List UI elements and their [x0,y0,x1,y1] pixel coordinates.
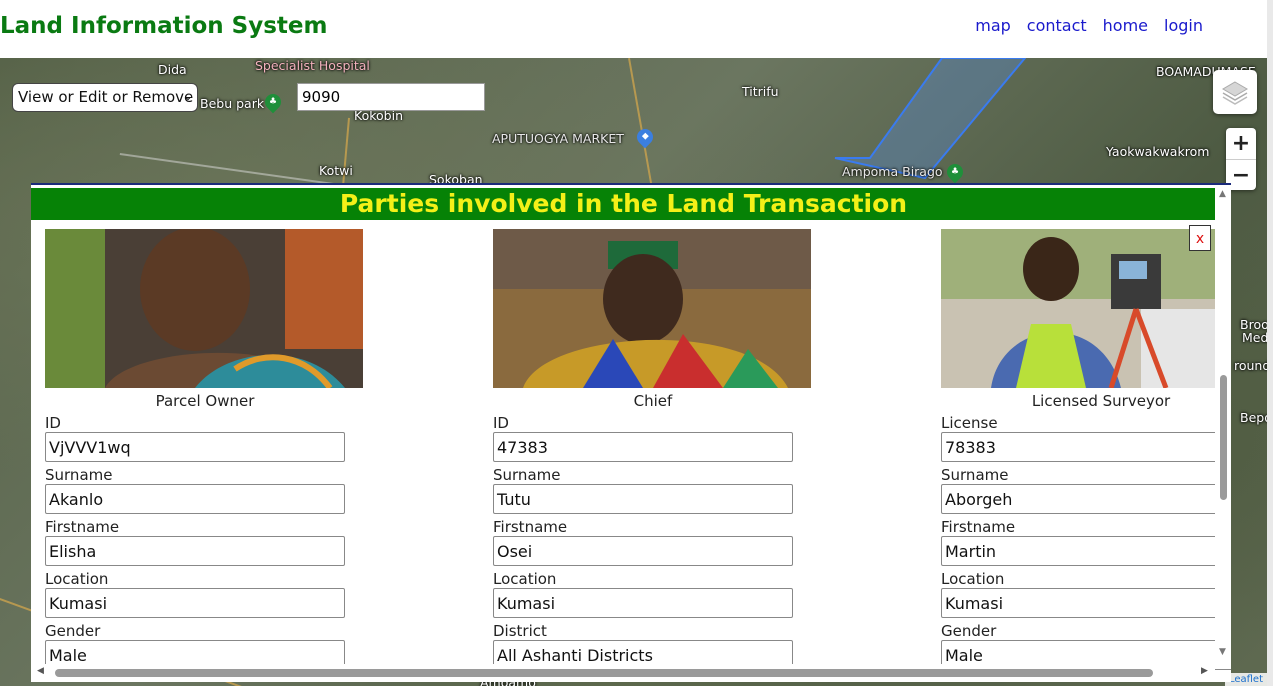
owner-photo [45,229,363,388]
parties-modal: Parties involved in the Land Transaction… [31,183,1231,682]
chief-id-label: ID [493,414,509,432]
chief-location-label: Location [493,570,557,588]
owner-location-label: Location [45,570,109,588]
map-label-market: APUTUOGYA MARKET [492,131,624,146]
surveyor-license-field[interactable]: 78383 [941,432,1231,462]
map-label-round: round [1234,358,1267,373]
scroll-left-arrow-icon[interactable]: ◀ [37,666,44,676]
owner-firstname-label: Firstname [45,518,120,536]
mode-select[interactable]: View or Edit or Remove ⌄ [12,83,198,112]
chief-location-field[interactable]: Kumasi [493,588,793,618]
owner-caption: Parcel Owner [155,392,255,410]
map-label-med: Med [1242,330,1267,345]
horizontal-scroll-thumb[interactable] [55,669,1153,677]
horizontal-scrollbar[interactable]: ◀ ▶ [31,664,1215,680]
chief-caption: Chief [633,392,673,410]
scroll-down-arrow-icon[interactable]: ▼ [1219,647,1226,657]
owner-id-label: ID [45,414,61,432]
parcel-id-value: 9090 [302,88,341,106]
party-card-surveyor: Licensed Surveyor License 78383 Surname … [941,229,1231,674]
market-pin-icon[interactable]: ◆ [633,125,657,149]
surveyor-caption: Licensed Surveyor [1031,392,1171,410]
chief-photo [493,229,811,388]
chevron-down-icon: ⌄ [182,89,193,103]
surveyor-firstname-field[interactable]: Martin [941,536,1231,566]
nav-map-link[interactable]: map [975,16,1011,35]
chief-firstname-label: Firstname [493,518,568,536]
surveyor-surname-label: Surname [941,466,1009,484]
surveyor-photo [941,229,1231,388]
surveyor-firstname-label: Firstname [941,518,1016,536]
scroll-up-arrow-icon[interactable]: ▲ [1219,189,1226,199]
site-title: Land Information System [0,13,328,39]
nav-home-link[interactable]: home [1103,16,1148,35]
chief-id-field[interactable]: 47383 [493,432,793,462]
zoom-in-button[interactable]: + [1226,128,1256,160]
parcel-id-input[interactable]: 9090 [297,83,485,111]
surveyor-location-field[interactable]: Kumasi [941,588,1231,618]
chief-surname-label: Surname [493,466,561,484]
surveyor-location-label: Location [941,570,1005,588]
map-label-kotwi: Kotwi [319,163,353,178]
mode-select-value: View or Edit or Remove [18,88,194,106]
scroll-right-arrow-icon[interactable]: ▶ [1201,666,1208,676]
owner-gender-label: Gender [45,622,101,640]
layers-control-button[interactable] [1213,70,1257,114]
nav-login-link[interactable]: login [1164,16,1203,35]
modal-title: Parties involved in the Land Transaction [31,188,1216,220]
vertical-scrollbar[interactable]: ▲ ▼ [1215,185,1231,660]
owner-id-field[interactable]: VjVVV1wq [45,432,345,462]
surveyor-surname-field[interactable]: Aborgeh [941,484,1231,514]
chief-district-label: District [493,622,547,640]
surveyor-license-label: License [941,414,998,432]
top-bar: Land Information System map contact home… [0,0,1273,58]
nav-contact-link[interactable]: contact [1027,16,1087,35]
party-card-owner: Parcel Owner ID VjVVV1wq Surname Akanlo … [45,229,365,674]
window-edge [1267,0,1273,686]
park-pin-icon[interactable]: ♣ [261,90,285,114]
chief-surname-field[interactable]: Tutu [493,484,793,514]
zoom-control: + − [1226,128,1256,190]
chief-firstname-field[interactable]: Osei [493,536,793,566]
main-nav: map contact home login [975,16,1203,35]
layers-icon [1222,81,1248,105]
owner-surname-label: Surname [45,466,113,484]
map-label-yaokwakwakrom: Yaokwakwakrom [1106,144,1210,159]
map-label-dida: Dida [158,62,187,77]
owner-location-field[interactable]: Kumasi [45,588,345,618]
close-button[interactable]: x [1189,225,1211,251]
surveyor-gender-label: Gender [941,622,997,640]
map-label-hospital: Specialist Hospital [255,58,370,73]
map-attribution-link[interactable]: Leaflet [1224,673,1267,686]
party-card-chief: Chief ID 47383 Surname Tutu Firstname Os… [493,229,813,674]
map-label-bebu: Bebu park [200,96,265,111]
owner-surname-field[interactable]: Akanlo [45,484,345,514]
map-label-amponma: Ampoma Birago [842,164,943,179]
owner-firstname-field[interactable]: Elisha [45,536,345,566]
map-label-bepo: Bepo [1240,410,1267,425]
map-label-titrifu: Titrifu [742,84,779,99]
vertical-scroll-thumb[interactable] [1220,375,1227,500]
